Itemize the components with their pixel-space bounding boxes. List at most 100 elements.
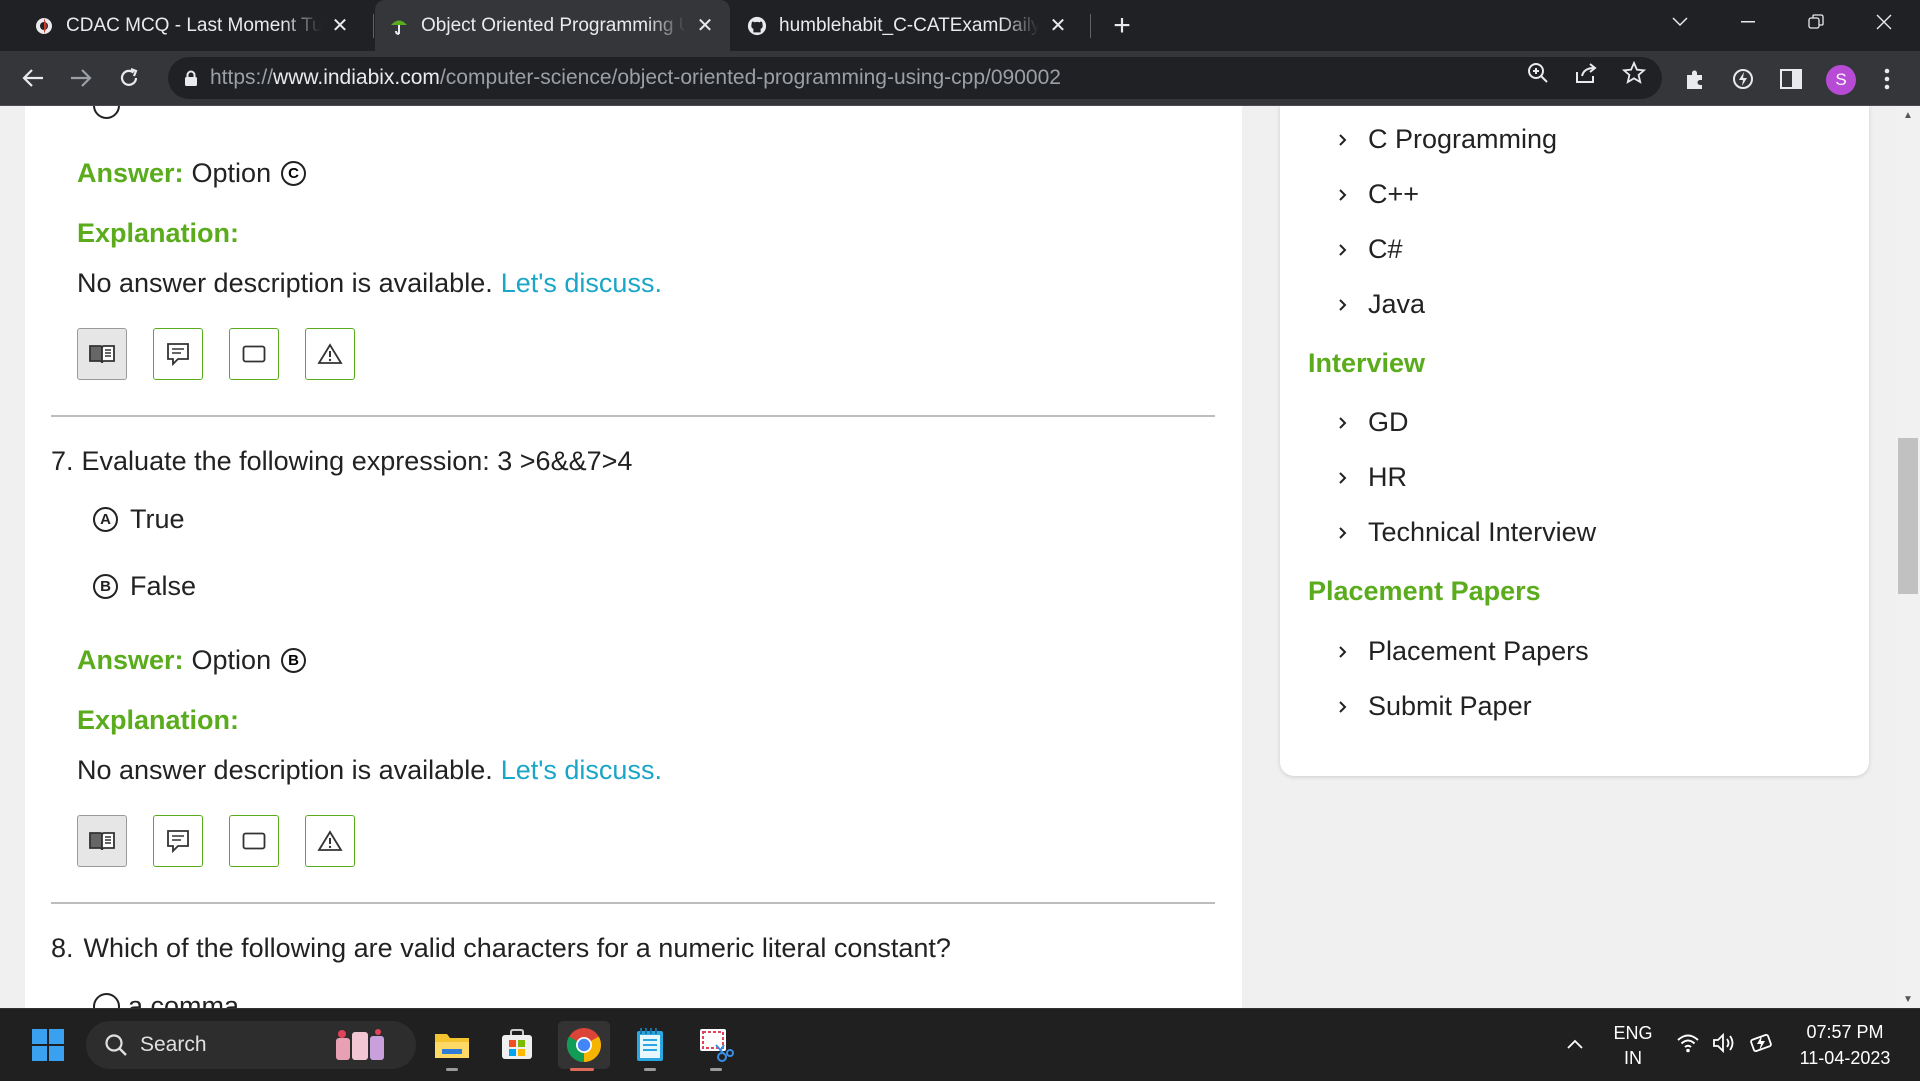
extensions-puzzle-icon[interactable] [1682,66,1708,92]
chevron-right-icon [1338,526,1352,540]
profile-avatar[interactable]: S [1826,65,1856,95]
discuss-link[interactable]: Let's discuss. [501,755,662,786]
volume-icon[interactable] [1712,1032,1738,1059]
share-icon[interactable] [1574,61,1598,85]
taskbar-search-box[interactable]: Search [86,1021,416,1069]
report-button[interactable] [305,328,355,380]
option-letter[interactable]: A [93,507,118,532]
chevron-right-icon [1338,416,1352,430]
scrollbar-thumb[interactable] [1898,438,1918,594]
url-host: www.indiabix.com [273,66,440,89]
sidebar-item-label: HR [1368,462,1407,492]
side-panel-icon[interactable] [1778,66,1804,92]
question-8: 8. Which of the following are valid char… [51,933,951,964]
tab-separator [1090,14,1091,38]
running-indicator [644,1068,656,1071]
address-bar[interactable]: https://www.indiabix.com/computer-scienc… [168,57,1662,99]
search-icon [104,1033,128,1057]
option-b[interactable]: B False [93,571,196,602]
file-explorer-icon[interactable] [428,1021,476,1071]
discuss-link[interactable]: Let's discuss. [501,268,662,299]
option-a[interactable]: A True [93,504,185,535]
battery-charging-icon[interactable] [1748,1031,1776,1060]
url-text: https://www.indiabix.com/computer-scienc… [210,66,1061,90]
lock-icon[interactable] [184,70,200,87]
clock-time: 07:57 PM [1806,1022,1884,1042]
active-indicator [570,1068,594,1071]
question-number: 8. [51,933,74,963]
performance-icon[interactable] [1730,66,1756,92]
warning-icon [317,343,343,364]
chrome-taskbar-icon[interactable] [558,1021,610,1071]
option-radio-icon[interactable] [93,993,120,1008]
close-icon[interactable]: ✕ [694,15,716,37]
tab-cdac-mcq[interactable]: CDAC MCQ - Last Moment Tuitio ✕ [20,0,365,51]
windows-taskbar: Search ENG IN 07:57 PM 11-04-2023 [0,1008,1920,1081]
sidebar-item-cpp[interactable]: C++ [1338,179,1419,210]
language-indicator[interactable]: ENG IN [1606,1023,1660,1069]
bookmark-star-icon[interactable] [1622,61,1646,85]
close-window-icon[interactable] [1856,0,1912,44]
back-arrow-icon[interactable] [18,63,48,93]
explanation-label: Explanation: [77,705,240,735]
explanation-text: No answer description is available. [77,268,493,298]
show-hidden-icons-chevron-up-icon[interactable] [1562,1031,1588,1057]
clock-date: 11-04-2023 [1799,1048,1891,1068]
microsoft-store-icon[interactable] [493,1021,541,1069]
discuss-button[interactable] [153,815,203,867]
view-answer-button[interactable] [77,815,127,867]
close-icon[interactable]: ✕ [329,15,351,37]
discuss-button[interactable] [153,328,203,380]
explanation-text-row: No answer description is available. Let'… [77,755,662,786]
scroll-down-arrow-icon[interactable]: ▼ [1896,990,1920,1008]
chevron-right-icon [1338,645,1352,659]
option-text: False [130,571,197,601]
sidebar-item-c-programming[interactable]: C Programming [1338,124,1557,155]
chrome-menu-icon[interactable] [1874,66,1900,92]
notepad-icon[interactable] [626,1021,674,1071]
option-word: Option [191,158,272,188]
tab-github-humblehabit[interactable]: humblehabit_C-CATExamDailyPra ✕ [733,0,1083,51]
tab-title: Object Oriented Programming U [421,14,686,36]
forward-arrow-icon[interactable] [66,63,96,93]
sidebar-item-label: C++ [1368,179,1420,209]
scroll-up-arrow-icon[interactable]: ▲ [1896,106,1920,124]
tab-title: CDAC MCQ - Last Moment Tuitio [66,14,321,36]
reload-icon[interactable] [114,63,144,93]
sidebar-item-gd[interactable]: GD [1338,407,1409,438]
sidebar-item-hr[interactable]: HR [1338,462,1407,493]
question-number: 7. [51,446,74,476]
clock[interactable]: 07:57 PM 11-04-2023 [1790,1022,1900,1069]
sidebar-item-csharp[interactable]: C# [1338,234,1403,265]
close-icon[interactable]: ✕ [1047,15,1069,37]
restore-icon[interactable] [1788,0,1844,44]
wifi-icon[interactable] [1676,1033,1700,1058]
minimize-icon[interactable] [1720,0,1776,44]
site-favicon-icon [34,16,54,36]
option-text: a comma [128,991,240,1008]
sidebar-item-submit-paper[interactable]: Submit Paper [1338,691,1532,722]
option-a-partial[interactable]: a comma [93,991,239,1008]
sidebar-item-technical-interview[interactable]: Technical Interview [1338,517,1596,548]
workspace-button[interactable] [229,815,279,867]
sidebar-item-label: Submit Paper [1368,691,1532,721]
snipping-tool-icon[interactable] [692,1021,740,1071]
sidebar-item-java[interactable]: Java [1338,289,1425,320]
sidebar-item-placement-papers[interactable]: Placement Papers [1338,636,1589,667]
tab-search-chevron-down-icon[interactable] [1652,0,1708,44]
chevron-right-icon [1338,188,1352,202]
tab-object-oriented-programming[interactable]: Object Oriented Programming U ✕ [375,0,730,51]
sidebar-item-label: Java [1368,289,1426,319]
windows-start-icon[interactable] [24,1021,72,1069]
report-button[interactable] [305,815,355,867]
option-letter[interactable]: B [93,574,118,599]
view-answer-button[interactable] [77,328,127,380]
new-tab-button[interactable]: + [1106,9,1138,42]
running-indicator [446,1068,458,1071]
sidebar-heading-placement: Placement Papers [1308,576,1541,606]
tab-separator [373,14,374,38]
answer-row: Answer: Option B [77,645,307,676]
search-label: Search [140,1033,207,1056]
zoom-icon[interactable] [1526,61,1550,85]
workspace-button[interactable] [229,328,279,380]
